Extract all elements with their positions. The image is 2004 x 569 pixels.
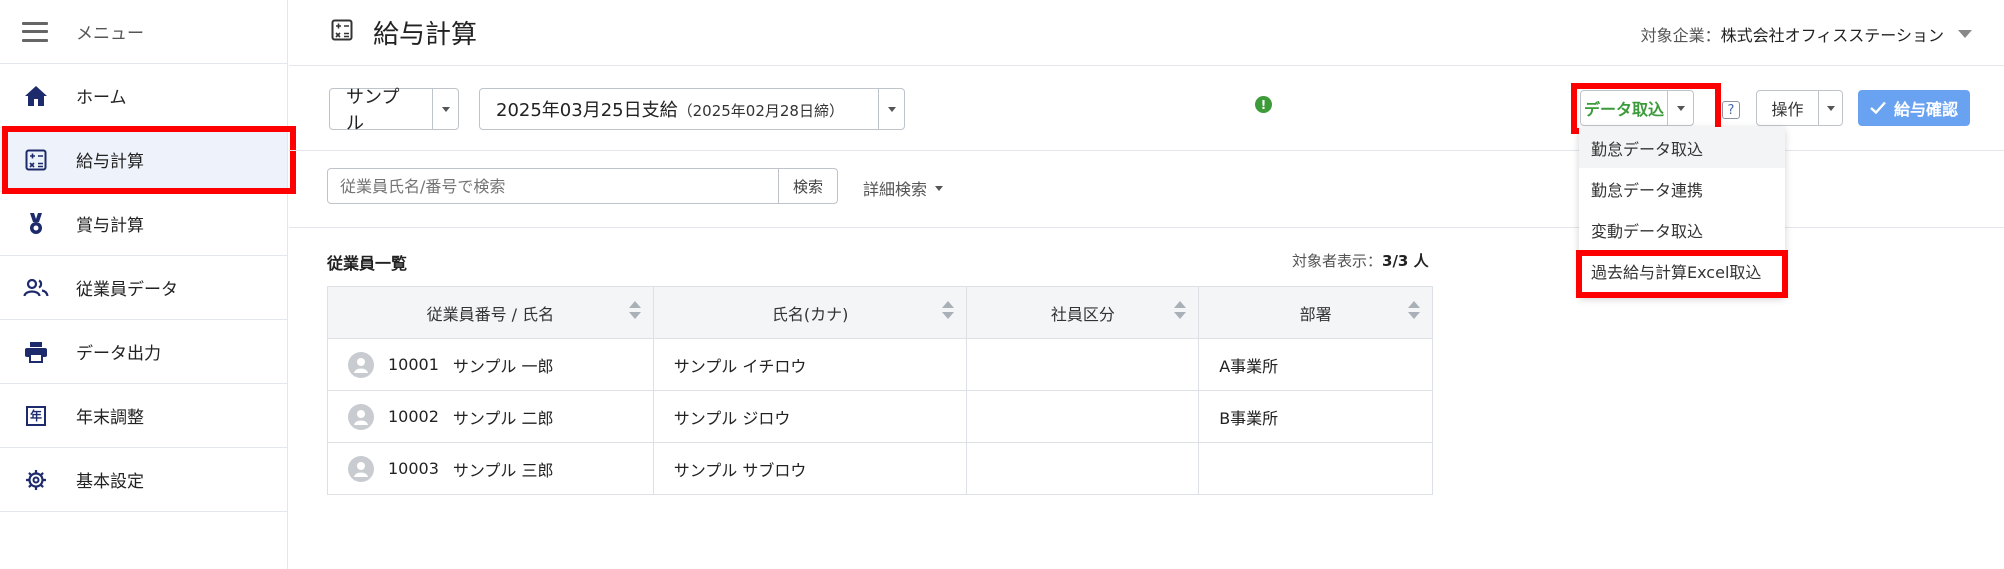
data-import-menu: 勤怠データ取込 勤怠データ連携 変動データ取込 過去給与計算Excel取込 bbox=[1579, 127, 1785, 297]
avatar-icon bbox=[348, 403, 374, 430]
section-title: 従業員一覧 bbox=[327, 254, 408, 273]
employee-dept: B事業所 bbox=[1198, 390, 1433, 443]
employee-kana: サンプル ジロウ bbox=[652, 390, 968, 443]
employee-number: 10001 bbox=[388, 355, 439, 374]
payday-select-value: 2025年03月25日支給（2025年02月28日締） bbox=[496, 100, 844, 121]
result-count-value: 3/3 人 bbox=[1382, 252, 1429, 270]
employee-table: 従業員番号 / 氏名 氏名(カナ) 社員区分 部署 10001 サンプル 一郎 サ… bbox=[327, 286, 1433, 495]
sidebar-item-label: ホーム bbox=[76, 88, 127, 108]
year-icon: 年 bbox=[22, 402, 50, 430]
sidebar-item-payroll[interactable]: 給与計算 bbox=[0, 128, 287, 192]
operation-label: 操作 bbox=[1771, 100, 1804, 119]
payroll-confirm-button[interactable]: 給与確認 bbox=[1858, 90, 1970, 126]
chevron-down-icon[interactable] bbox=[1958, 30, 1972, 38]
printer-icon bbox=[22, 338, 50, 366]
menu-item-past-payroll-excel-import[interactable]: 過去給与計算Excel取込 bbox=[1579, 250, 1785, 291]
avatar-icon bbox=[348, 351, 374, 378]
sort-icon bbox=[942, 301, 955, 319]
column-header[interactable]: 従業員番号 / 氏名 bbox=[327, 286, 654, 339]
search-button[interactable]: 検索 bbox=[778, 168, 838, 204]
company-label: 対象企業： bbox=[1640, 26, 1721, 45]
alert-icon[interactable]: ! bbox=[1255, 96, 1272, 113]
sample-select[interactable]: サンプル bbox=[329, 87, 459, 134]
employee-category bbox=[966, 390, 1200, 443]
sidebar-item-label: 給与計算 bbox=[76, 152, 144, 172]
sidebar-item-label: 従業員データ bbox=[76, 280, 178, 300]
advanced-search-toggle[interactable]: 詳細検索 bbox=[863, 176, 944, 200]
data-import-label: データ取込 bbox=[1583, 100, 1664, 119]
column-header[interactable]: 氏名(カナ) bbox=[652, 286, 968, 339]
menu-item-attendance-import[interactable]: 勤怠データ取込 bbox=[1579, 127, 1785, 168]
menu-label: メニュー bbox=[76, 24, 144, 44]
employee-name[interactable]: サンプル 三郎 bbox=[453, 457, 554, 481]
sidebar-item-label: 基本設定 bbox=[76, 472, 144, 492]
hamburger-icon[interactable] bbox=[22, 21, 48, 42]
operation-button[interactable]: 操作 bbox=[1756, 90, 1843, 126]
calculator-icon bbox=[331, 19, 353, 46]
payday-select[interactable]: 2025年03月25日支給（2025年02月28日締） bbox=[479, 88, 905, 130]
result-count: 対象者表示：3/3 人 bbox=[1292, 250, 1429, 271]
result-count-label: 対象者表示： bbox=[1292, 252, 1383, 270]
sidebar-item-bonus[interactable]: 賞与計算 bbox=[0, 192, 287, 256]
table-row[interactable]: 10001 サンプル 一郎 サンプル イチロウ A事業所 bbox=[327, 338, 1433, 391]
chevron-down-icon[interactable] bbox=[878, 89, 904, 129]
employee-dept: A事業所 bbox=[1198, 338, 1433, 391]
sidebar-item-label: データ出力 bbox=[76, 344, 161, 364]
data-import-button[interactable]: データ取込 bbox=[1580, 90, 1694, 126]
sidebar-item-home[interactable]: ホーム bbox=[0, 64, 287, 128]
chevron-down-icon[interactable] bbox=[1667, 91, 1693, 125]
employee-name[interactable]: サンプル 一郎 bbox=[453, 353, 554, 377]
help-icon[interactable]: ? bbox=[1722, 101, 1740, 119]
people-icon bbox=[22, 274, 50, 302]
sidebar-item-employee-data[interactable]: 従業員データ bbox=[0, 256, 287, 320]
home-icon bbox=[22, 82, 50, 110]
page-title: 給与計算 bbox=[373, 20, 478, 50]
table-row[interactable]: 10002 サンプル 二郎 サンプル ジロウ B事業所 bbox=[327, 390, 1433, 443]
sidebar-item-settings[interactable]: 基本設定 bbox=[0, 448, 287, 512]
chevron-down-icon[interactable] bbox=[1818, 91, 1842, 125]
sample-select-value: サンプル bbox=[346, 87, 400, 134]
employee-category bbox=[966, 338, 1200, 391]
employee-kana: サンプル イチロウ bbox=[652, 338, 968, 391]
menu-item-attendance-link[interactable]: 勤怠データ連携 bbox=[1579, 168, 1785, 209]
sort-icon bbox=[1408, 301, 1420, 319]
search-input[interactable] bbox=[327, 168, 779, 204]
chevron-down-icon[interactable] bbox=[432, 89, 458, 129]
employee-number: 10003 bbox=[388, 459, 439, 478]
employee-number: 10002 bbox=[388, 407, 439, 426]
sort-icon bbox=[1174, 301, 1187, 319]
employee-name[interactable]: サンプル 二郎 bbox=[453, 405, 554, 429]
company-selector[interactable]: 対象企業： 株式会社オフィスステーション bbox=[1641, 22, 1972, 46]
menu-item-variable-import[interactable]: 変動データ取込 bbox=[1579, 209, 1785, 250]
chevron-down-icon bbox=[935, 185, 944, 191]
column-header[interactable]: 部署 bbox=[1198, 286, 1433, 339]
sort-icon bbox=[628, 301, 641, 319]
advanced-search-label: 詳細検索 bbox=[863, 180, 928, 199]
avatar-icon bbox=[348, 455, 374, 482]
medal-icon bbox=[22, 210, 50, 238]
payroll-confirm-label: 給与確認 bbox=[1893, 100, 1958, 119]
table-header-row: 従業員番号 / 氏名 氏名(カナ) 社員区分 部署 bbox=[327, 286, 1433, 339]
employee-kana: サンプル サブロウ bbox=[652, 442, 968, 495]
gear-icon bbox=[22, 466, 50, 494]
employee-category bbox=[966, 442, 1200, 495]
table-row[interactable]: 10003 サンプル 三郎 サンプル サブロウ bbox=[327, 442, 1433, 495]
check-icon bbox=[1870, 99, 1886, 118]
sidebar-item-label: 賞与計算 bbox=[76, 216, 144, 236]
sidebar-item-data-export[interactable]: データ出力 bbox=[0, 320, 287, 384]
menu-toggle[interactable]: メニュー bbox=[0, 0, 287, 64]
page-header: 給与計算 対象企業： 株式会社オフィスステーション bbox=[289, 0, 2004, 66]
sidebar: メニュー ホーム 給与計算 賞与計算 従業員データ データ出力 年 年末調整 基… bbox=[0, 0, 288, 569]
sidebar-item-label: 年末調整 bbox=[76, 408, 144, 428]
employee-dept bbox=[1198, 442, 1433, 495]
calculator-icon bbox=[22, 146, 50, 174]
company-name: 株式会社オフィスステーション bbox=[1720, 26, 1944, 45]
search-bar: 検索 詳細検索 bbox=[289, 150, 1189, 227]
sidebar-item-year-end[interactable]: 年 年末調整 bbox=[0, 384, 287, 448]
column-header[interactable]: 社員区分 bbox=[966, 286, 1200, 339]
